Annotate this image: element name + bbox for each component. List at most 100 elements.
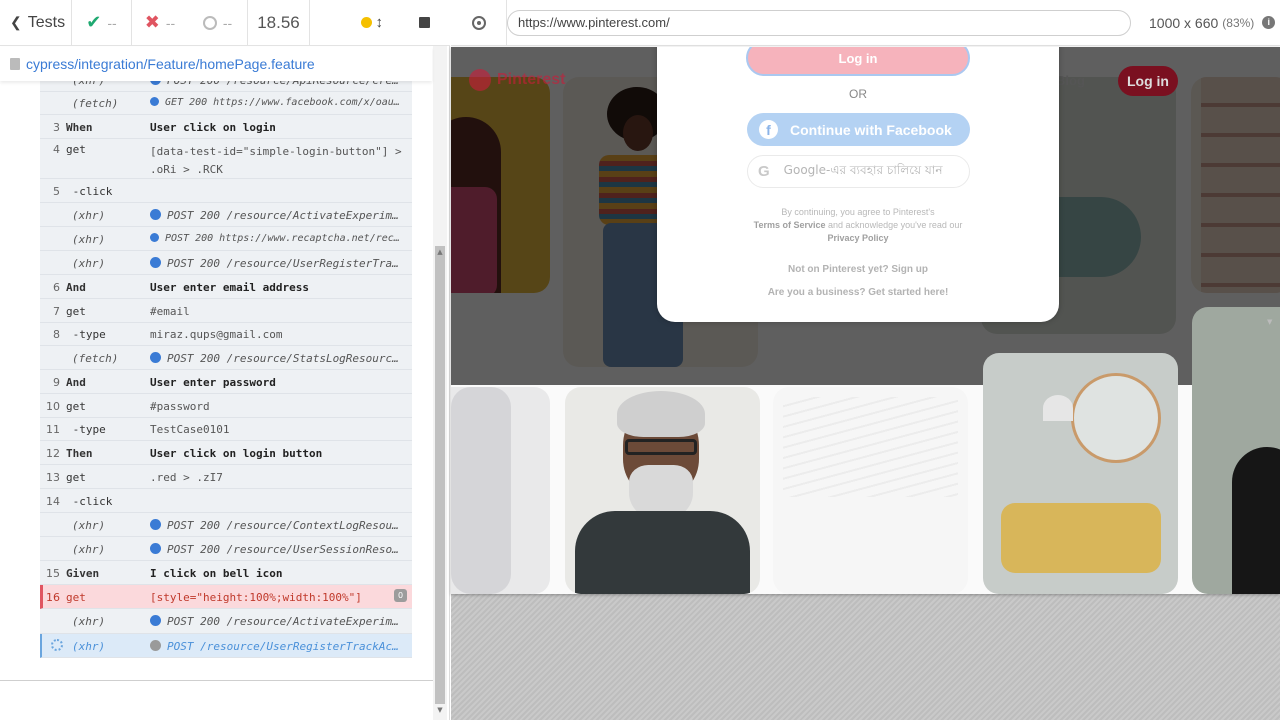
command-row[interactable]: 8 -type miraz.qups@gmail.com [40, 323, 412, 346]
running-indicator-icon [360, 17, 372, 28]
google-login-button[interactable]: G Google-এর ব্যবহার চালিয়ে যান [747, 155, 970, 188]
command-message-text: POST 200 /resource/StatsLogResourc... [167, 352, 412, 365]
command-row[interactable]: 3 When User click on login [40, 115, 412, 139]
command-row[interactable]: 9 And User enter password [40, 370, 412, 394]
command-name: (fetch) [72, 97, 119, 110]
command-row[interactable]: 13 get .red > .zI7 [40, 465, 412, 489]
command-row[interactable]: 7 get #email [40, 299, 412, 323]
viewport-info[interactable]: 1000 x 660 (83%) i [1149, 14, 1276, 31]
command-number: 8 [53, 328, 60, 341]
pin-image[interactable] [451, 387, 550, 594]
command-row[interactable]: 6 And User enter email address [40, 275, 412, 299]
crosshairs-icon [471, 15, 486, 30]
command-message-text: POST 200 /resource/UserSessionReso... [167, 543, 412, 556]
cross-icon: ✖ [144, 12, 160, 32]
command-row[interactable]: 14 -click [40, 489, 412, 513]
selector-playground-button[interactable] [451, 0, 507, 46]
tests-label: Tests [27, 13, 66, 31]
aut-header: https://www.pinterest.com/ 1000 x 660 (8… [451, 0, 1280, 46]
command-name: get [66, 400, 86, 413]
command-row-xhr[interactable]: (xhr) POST /resource/UserRegisterTrackAc.… [40, 634, 412, 658]
spec-path-bar[interactable]: cypress/integration/Feature/homePage.fea… [0, 47, 432, 81]
pin-mirror [1071, 373, 1161, 463]
pinterest-logo: Pinterest [469, 65, 589, 95]
command-message-text: User enter password [150, 376, 276, 389]
modal-backdrop[interactable]: Pinterest Blog Log in Log in OR f Contin… [451, 47, 1280, 385]
command-message: [data-test-id="simple-login-button"] > .… [150, 143, 412, 179]
viewport-size: 1000 x 660 [1149, 14, 1219, 31]
scroll-down-arrow-icon[interactable]: ▼ [435, 706, 445, 714]
blog-link[interactable]: Blog [1056, 73, 1085, 88]
command-message-text: [data-test-id="simple-login-button"] > .… [150, 145, 402, 176]
command-row-failed[interactable]: 16 get [style="height:100%;width:100%"] 0 [40, 585, 412, 609]
aut-scroll-arrow-icon[interactable]: ▼ [1267, 318, 1272, 326]
command-number: 4 [53, 143, 60, 156]
command-message: I click on bell icon [150, 567, 412, 580]
aut-iframe: Pinterest Blog Log in Log in OR f Contin… [451, 47, 1280, 594]
status-dot-icon [150, 615, 161, 626]
terms-of-service-link[interactable]: Terms of Service [754, 220, 826, 230]
stop-icon[interactable] [419, 17, 430, 28]
reporter-header: ❮ Tests ✔ -- ✖ -- -- 18.56 ↕ [0, 0, 450, 46]
command-message-text: POST 200 /resource/UserRegisterTra... [167, 257, 412, 270]
facebook-login-button[interactable]: f Continue with Facebook [747, 113, 970, 146]
command-row[interactable]: 11 -type TestCase0101 [40, 418, 412, 441]
command-row-xhr[interactable]: (xhr) POST 200 /resource/UserSessionReso.… [40, 537, 412, 561]
command-row-xhr[interactable]: (xhr) POST 200 https://www.recaptcha.net/… [40, 227, 412, 251]
status-dot-icon [150, 97, 159, 106]
info-icon[interactable]: i [1262, 16, 1276, 29]
command-message: User enter email address [150, 281, 412, 294]
business-link[interactable]: Are you a business? Get started here! [657, 287, 1059, 298]
command-row[interactable]: 12 Then User click on login button [40, 441, 412, 465]
pin-image[interactable] [1192, 307, 1280, 594]
command-row[interactable]: 15 Given I click on bell icon [40, 561, 412, 585]
command-message-text: I click on bell icon [150, 567, 283, 580]
command-message: TestCase0101 [150, 423, 412, 436]
command-number: 9 [53, 376, 60, 389]
command-row[interactable]: 10 get #password [40, 394, 412, 418]
command-message-text: [style="height:100%;width:100%"] [150, 591, 362, 604]
command-name: -click [66, 185, 113, 198]
command-message-text: POST 200 /resource/ActivateExperim... [167, 209, 412, 222]
auto-scroll-icon[interactable]: ↕ [376, 14, 384, 31]
signup-link[interactable]: Not on Pinterest yet? Sign up [657, 264, 1059, 275]
command-row-xhr[interactable]: (xhr) POST 200 /resource/ApiResource/cre.… [40, 80, 412, 92]
command-row-xhr[interactable]: (xhr) POST 200 /resource/UserRegisterTra.… [40, 251, 412, 275]
command-row-xhr[interactable]: (xhr) POST 200 /resource/ActivateExperim.… [40, 609, 412, 634]
reporter-scrollbar-thumb[interactable] [435, 246, 445, 704]
passed-stat[interactable]: ✔ -- [72, 0, 132, 46]
status-dot-icon [150, 233, 159, 242]
status-dot-icon [150, 640, 161, 651]
file-icon [10, 58, 20, 70]
pinterest-logo-icon [469, 69, 491, 91]
privacy-policy-link[interactable]: Privacy Policy [827, 233, 888, 243]
tests-button[interactable]: ❮ Tests [0, 0, 72, 46]
command-name: get [66, 471, 86, 484]
command-row-xhr[interactable]: (xhr) POST 200 /resource/ContextLogResou.… [40, 513, 412, 537]
pinterest-logo-text: Pinterest [497, 71, 566, 88]
command-message: User click on login [150, 121, 412, 134]
failed-stat[interactable]: ✖ -- [132, 0, 188, 46]
pin-image[interactable] [773, 387, 968, 594]
aut-stage: Pinterest Blog Log in Log in OR f Contin… [451, 47, 1280, 720]
command-row-xhr[interactable]: (fetch) POST 200 /resource/StatsLogResour… [40, 346, 412, 370]
command-row-xhr[interactable]: (fetch) GET 200 https://www.facebook.com/… [40, 92, 412, 115]
spec-path[interactable]: cypress/integration/Feature/homePage.fea… [26, 56, 315, 72]
pin-image[interactable] [983, 353, 1178, 594]
pending-stat[interactable]: -- [188, 0, 248, 46]
command-row-xhr[interactable]: (xhr) POST 200 /resource/ActivateExperim.… [40, 203, 412, 227]
pin-image[interactable] [565, 387, 760, 594]
command-name: And [66, 281, 86, 294]
header-login-button[interactable]: Log in [1118, 66, 1178, 96]
command-row[interactable]: 5 -click [40, 179, 412, 203]
command-name: get [66, 143, 86, 156]
command-name: Then [66, 447, 93, 460]
command-name: (xhr) [72, 80, 106, 87]
command-message-text: #email [150, 305, 190, 318]
modal-login-button[interactable]: Log in [746, 47, 970, 76]
command-name: (xhr) [72, 615, 106, 628]
check-icon: ✔ [86, 12, 102, 32]
url-bar[interactable]: https://www.pinterest.com/ [507, 9, 1131, 36]
scroll-up-arrow-icon[interactable]: ▲ [435, 248, 445, 256]
command-row[interactable]: 4 get [data-test-id="simple-login-button"]… [40, 139, 412, 179]
